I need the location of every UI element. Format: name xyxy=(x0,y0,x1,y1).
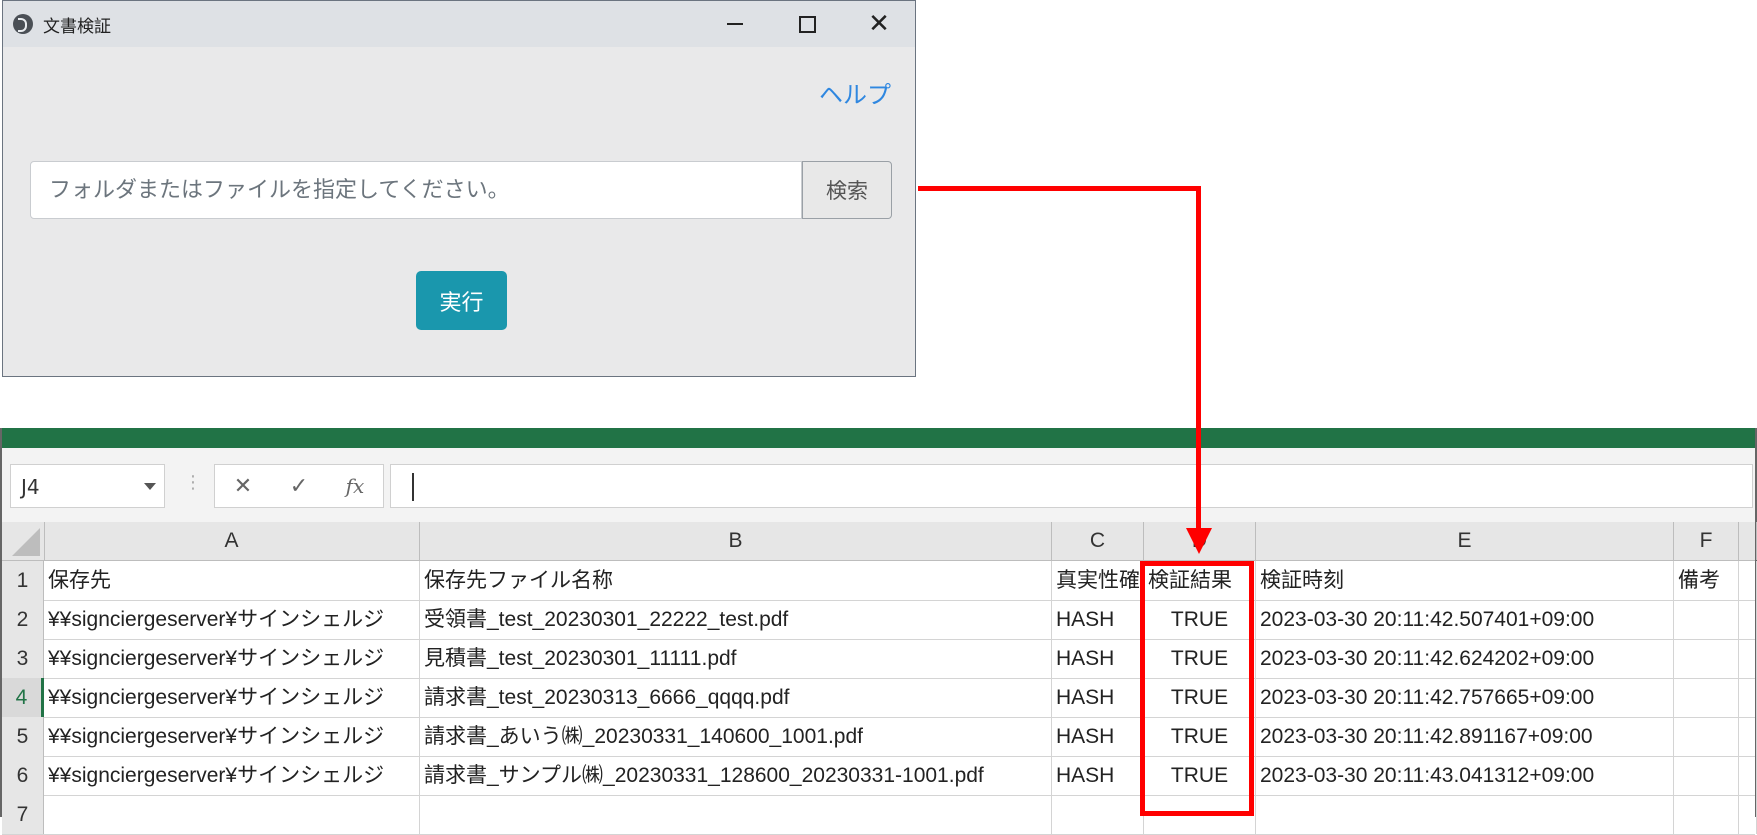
table-row: 4 ¥¥signciergeserver¥サインシェルジ 請求書_test_20… xyxy=(2,678,1757,718)
cell-g3[interactable] xyxy=(1739,639,1757,678)
chevron-down-icon[interactable] xyxy=(144,483,156,490)
help-link[interactable]: ヘルプ xyxy=(819,75,891,110)
cell-a7[interactable] xyxy=(44,795,420,834)
cell-e5[interactable]: 2023-03-30 20:11:42.891167+09:00 xyxy=(1256,717,1674,756)
run-button[interactable]: 実行 xyxy=(416,271,507,330)
search-button[interactable]: 検索 xyxy=(802,161,892,219)
table-row: 1 保存先 保存先ファイル名称 真実性確 検証結果 検証時刻 備考 xyxy=(2,561,1757,601)
cell-b5[interactable]: 請求書_あいう㈱_20230331_140600_1001.pdf xyxy=(420,717,1052,756)
annotation-arrow-vertical xyxy=(1196,186,1201,530)
window-controls: ✕ xyxy=(699,1,915,47)
verification-result-highlight xyxy=(1140,561,1254,816)
cell-f3[interactable] xyxy=(1674,639,1739,678)
column-header-g[interactable] xyxy=(1739,522,1757,560)
ribbon-strip xyxy=(2,428,1755,448)
table-row: 5 ¥¥signciergeserver¥サインシェルジ 請求書_あいう㈱_20… xyxy=(2,717,1757,757)
column-header-a[interactable]: A xyxy=(44,522,420,560)
cell-f6[interactable] xyxy=(1674,756,1739,795)
cell-f5[interactable] xyxy=(1674,717,1739,756)
table-row: 6 ¥¥signciergeserver¥サインシェルジ 請求書_サンプル㈱_2… xyxy=(2,756,1757,796)
text-cursor xyxy=(412,473,414,501)
app-icon xyxy=(13,14,33,34)
row-header[interactable]: 4 xyxy=(2,678,44,717)
row-header[interactable]: 1 xyxy=(2,561,44,600)
column-header-e[interactable]: E xyxy=(1256,522,1674,560)
cell-g6[interactable] xyxy=(1739,756,1757,795)
name-box[interactable]: J4 xyxy=(10,464,165,508)
cell-g2[interactable] xyxy=(1739,600,1757,639)
cell-f2[interactable] xyxy=(1674,600,1739,639)
cell-a3[interactable]: ¥¥signciergeserver¥サインシェルジ xyxy=(44,639,420,678)
drag-handle-icon[interactable]: ⋮ xyxy=(184,472,202,493)
cell-a5[interactable]: ¥¥signciergeserver¥サインシェルジ xyxy=(44,717,420,756)
cell-e6[interactable]: 2023-03-30 20:11:43.041312+09:00 xyxy=(1256,756,1674,795)
check-icon[interactable]: ✓ xyxy=(271,474,327,499)
cell-f1[interactable]: 備考 xyxy=(1674,561,1739,600)
arrow-down-icon xyxy=(1186,528,1212,554)
cell-g5[interactable] xyxy=(1739,717,1757,756)
formula-controls: ✕ ✓ fx xyxy=(214,464,384,508)
maximize-button[interactable] xyxy=(771,1,843,47)
name-box-value: J4 xyxy=(21,475,40,499)
column-header-row: A B C D E F xyxy=(2,522,1757,561)
cell-g7[interactable] xyxy=(1739,795,1757,834)
cell-a4[interactable]: ¥¥signciergeserver¥サインシェルジ xyxy=(44,678,420,717)
column-header-f[interactable]: F xyxy=(1674,522,1739,560)
cell-g4[interactable] xyxy=(1739,678,1757,717)
cell-c6[interactable]: HASH xyxy=(1052,756,1144,795)
cell-c5[interactable]: HASH xyxy=(1052,717,1144,756)
path-input[interactable] xyxy=(30,161,802,219)
row-header[interactable]: 2 xyxy=(2,600,44,639)
cell-f7[interactable] xyxy=(1674,795,1739,834)
select-all-corner[interactable] xyxy=(2,522,45,560)
cell-e2[interactable]: 2023-03-30 20:11:42.507401+09:00 xyxy=(1256,600,1674,639)
cell-b3[interactable]: 見積書_test_20230301_11111.pdf xyxy=(420,639,1052,678)
row-header[interactable]: 7 xyxy=(2,795,44,834)
cell-b7[interactable] xyxy=(420,795,1052,834)
table-row: 7 xyxy=(2,795,1757,835)
minimize-button[interactable] xyxy=(699,1,771,47)
cell-a2[interactable]: ¥¥signciergeserver¥サインシェルジ xyxy=(44,600,420,639)
cell-e7[interactable] xyxy=(1256,795,1674,834)
formula-bar: J4 ⋮ ✕ ✓ fx xyxy=(2,448,1755,522)
cell-b4[interactable]: 請求書_test_20230313_6666_qqqq.pdf xyxy=(420,678,1052,717)
cell-c1[interactable]: 真実性確 xyxy=(1052,561,1144,600)
table-row: 3 ¥¥signciergeserver¥サインシェルジ 見積書_test_20… xyxy=(2,639,1757,679)
cell-f4[interactable] xyxy=(1674,678,1739,717)
spreadsheet-window: J4 ⋮ ✕ ✓ fx A B C D E F 1 保存先 保存先ファイル名称 … xyxy=(0,428,1757,835)
cell-c2[interactable]: HASH xyxy=(1052,600,1144,639)
close-button[interactable]: ✕ xyxy=(843,1,915,47)
formula-input[interactable] xyxy=(390,464,1753,508)
insert-function-icon[interactable]: fx xyxy=(327,474,383,498)
row-header[interactable]: 6 xyxy=(2,756,44,795)
cell-c4[interactable]: HASH xyxy=(1052,678,1144,717)
row-header[interactable]: 5 xyxy=(2,717,44,756)
document-verification-window: 文書検証 ✕ ヘルプ 検索 実行 xyxy=(2,0,916,377)
column-header-c[interactable]: C xyxy=(1052,522,1144,560)
annotation-arrow-horizontal xyxy=(918,186,1201,191)
cell-c7[interactable] xyxy=(1052,795,1144,834)
cell-c3[interactable]: HASH xyxy=(1052,639,1144,678)
title-bar: 文書検証 ✕ xyxy=(3,1,915,47)
cell-b6[interactable]: 請求書_サンプル㈱_20230331_128600_20230331-1001.… xyxy=(420,756,1052,795)
window-title: 文書検証 xyxy=(43,16,111,37)
table-row: 2 ¥¥signciergeserver¥サインシェルジ 受領書_test_20… xyxy=(2,600,1757,640)
cell-a1[interactable]: 保存先 xyxy=(44,561,420,600)
row-header[interactable]: 3 xyxy=(2,639,44,678)
cell-a6[interactable]: ¥¥signciergeserver¥サインシェルジ xyxy=(44,756,420,795)
cell-e3[interactable]: 2023-03-30 20:11:42.624202+09:00 xyxy=(1256,639,1674,678)
column-header-b[interactable]: B xyxy=(420,522,1052,560)
cell-e1[interactable]: 検証時刻 xyxy=(1256,561,1674,600)
cell-e4[interactable]: 2023-03-30 20:11:42.757665+09:00 xyxy=(1256,678,1674,717)
cell-grid: A B C D E F 1 保存先 保存先ファイル名称 真実性確 検証結果 検証… xyxy=(2,522,1757,835)
cancel-icon[interactable]: ✕ xyxy=(215,474,271,499)
cell-g1[interactable] xyxy=(1739,561,1757,600)
cell-b1[interactable]: 保存先ファイル名称 xyxy=(420,561,1052,600)
cell-b2[interactable]: 受領書_test_20230301_22222_test.pdf xyxy=(420,600,1052,639)
